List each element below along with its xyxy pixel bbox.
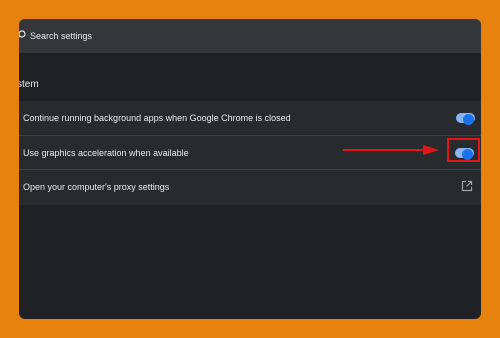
setting-label: Open your computer's proxy settings [23, 182, 170, 192]
setting-row-proxy-settings[interactable]: Open your computer's proxy settings [19, 169, 481, 203]
background-apps-toggle[interactable] [456, 113, 475, 125]
toggle-knob [463, 114, 474, 125]
setting-row-background-apps[interactable]: Continue running background apps when Go… [19, 101, 481, 135]
annotation-highlight-box [447, 138, 480, 162]
annotation-arrow [343, 145, 439, 155]
external-link-icon[interactable] [461, 180, 473, 192]
search-icon [19, 30, 26, 38]
setting-label: Use graphics acceleration when available [23, 148, 189, 158]
settings-window: Search settings stem Continue running ba… [19, 19, 481, 319]
search-bar[interactable]: Search settings [19, 19, 481, 53]
setting-label: Continue running background apps when Go… [23, 113, 291, 123]
search-input[interactable]: Search settings [30, 31, 92, 41]
section-title: stem [19, 79, 39, 90]
